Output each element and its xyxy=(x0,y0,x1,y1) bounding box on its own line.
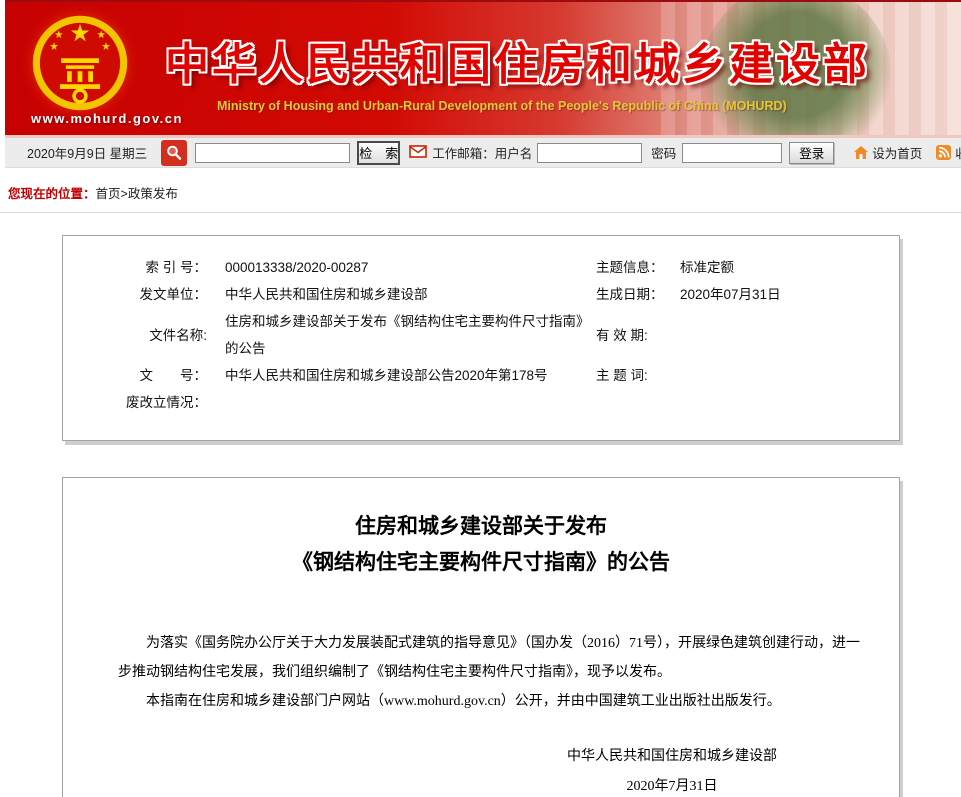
search-icon xyxy=(161,140,187,166)
announcement-paragraph-1: 为落实《国务院办公厅关于大力发展装配式建筑的指导意见》（国办发（2016）71号… xyxy=(118,629,869,687)
login-button[interactable]: 登录 xyxy=(789,142,834,164)
meta-row: 索 引 号： 000013338/2020-00287 主题信息： 标准定额 xyxy=(63,254,899,281)
toolbar: 2020年9月9日 星期三 检 索 工作邮箱：用户名 密码 登录 设为首页 xyxy=(5,138,961,168)
favorite-label: 收 xyxy=(955,143,961,162)
search-button[interactable]: 检 索 xyxy=(357,141,400,165)
announcement-title: 住房和城乡建设部关于发布 《钢结构住宅主要构件尺寸指南》的公告 xyxy=(63,508,899,580)
generated-date-label: 生成日期： xyxy=(596,281,670,308)
doc-number-value: 中华人民共和国住房和城乡建设部公告2020年第178号 xyxy=(211,362,596,389)
validity-label: 有 效 期: xyxy=(596,322,670,349)
ministry-subtitle-en: Ministry of Housing and Urban-Rural Deve… xyxy=(217,99,787,113)
index-number-label: 索 引 号： xyxy=(63,254,211,281)
subject-info-label: 主题信息： xyxy=(596,254,670,281)
breadcrumb: 您现在的位置：首页>政策发布 xyxy=(0,168,961,213)
meta-row: 发文单位： 中华人民共和国住房和城乡建设部 生成日期： 2020年07月31日 xyxy=(63,281,899,308)
current-date: 2020年9月9日 星期三 xyxy=(27,143,147,162)
work-mail-label: 工作邮箱：用户名 xyxy=(432,143,532,162)
favorite-link[interactable]: 收 xyxy=(936,143,961,162)
issuer-label: 发文单位： xyxy=(63,281,211,308)
rss-icon xyxy=(936,145,951,160)
search-input[interactable] xyxy=(195,143,350,163)
breadcrumb-label: 您现在的位置： xyxy=(8,187,96,201)
announcement-box: 住房和城乡建设部关于发布 《钢结构住宅主要构件尺寸指南》的公告 为落实《国务院办… xyxy=(62,477,900,797)
set-homepage-link[interactable]: 设为首页 xyxy=(854,143,922,162)
generated-date-value: 2020年07月31日 xyxy=(670,281,899,308)
password-label: 密码 xyxy=(651,143,676,162)
doc-name-value: 住房和城乡建设部关于发布《钢结构住宅主要构件尺寸指南》的公告 xyxy=(211,308,596,362)
ministry-title: 中华人民共和国住房和城乡建设部 xyxy=(165,28,870,92)
announcement-paragraph-2: 本指南在住房和城乡建设部门户网站（www.mohurd.gov.cn）公开，并由… xyxy=(118,687,869,716)
announcement-title-line1: 住房和城乡建设部关于发布 xyxy=(63,508,899,544)
signer-name: 中华人民共和国住房和城乡建设部 xyxy=(567,742,777,772)
site-url: www.mohurd.gov.cn xyxy=(31,111,183,126)
meta-row: 文件名称: 住房和城乡建设部关于发布《钢结构住宅主要构件尺寸指南》的公告 有 效… xyxy=(63,308,899,362)
doc-name-label: 文件名称: xyxy=(63,322,211,349)
meta-row: 文 号： 中华人民共和国住房和城乡建设部公告2020年第178号 主 题 词: xyxy=(63,362,899,389)
national-emblem-icon xyxy=(19,4,141,122)
announcement-body: 为落实《国务院办公厅关于大力发展装配式建筑的指导意见》（国办发（2016）71号… xyxy=(63,629,899,716)
keywords-label: 主 题 词: xyxy=(596,362,670,389)
document-meta-box: 索 引 号： 000013338/2020-00287 主题信息： 标准定额 发… xyxy=(62,235,900,441)
breadcrumb-path[interactable]: 首页>政策发布 xyxy=(96,187,178,201)
signature-date: 2020年7月31日 xyxy=(567,772,777,797)
repeal-status-label: 废改立情况： xyxy=(63,389,211,416)
password-input[interactable] xyxy=(682,143,782,163)
signature-block: 中华人民共和国住房和城乡建设部 2020年7月31日 xyxy=(567,742,777,797)
mail-icon xyxy=(409,145,427,161)
index-number-value: 000013338/2020-00287 xyxy=(211,254,596,281)
username-input[interactable] xyxy=(537,143,642,163)
issuer-value: 中华人民共和国住房和城乡建设部 xyxy=(211,281,596,308)
announcement-title-line2: 《钢结构住宅主要构件尺寸指南》的公告 xyxy=(63,544,899,580)
subject-info-value: 标准定额 xyxy=(670,254,899,281)
site-header: www.mohurd.gov.cn 中华人民共和国住房和城乡建设部 Minist… xyxy=(5,0,961,138)
doc-number-label: 文 号： xyxy=(63,362,211,389)
set-homepage-label: 设为首页 xyxy=(872,143,922,162)
meta-row: 废改立情况： xyxy=(63,389,899,416)
house-icon xyxy=(854,146,868,159)
